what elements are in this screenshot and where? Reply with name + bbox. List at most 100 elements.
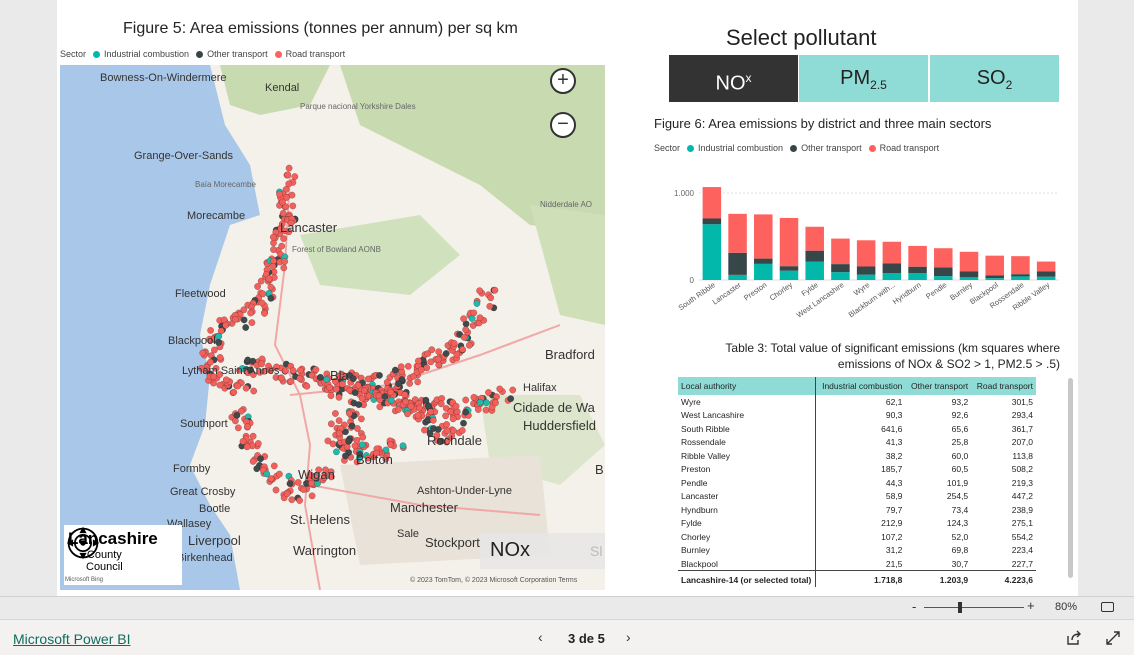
bar-segment-other-transport[interactable] (831, 264, 850, 273)
bar-segment-road-transport[interactable] (934, 248, 953, 268)
bar-segment-road-transport[interactable] (831, 238, 850, 265)
bar-segment-road-transport[interactable] (856, 240, 876, 267)
bar-segment-other-transport[interactable] (779, 266, 799, 271)
share-icon[interactable] (1066, 630, 1082, 646)
bar-segment-other-transport[interactable] (856, 266, 876, 275)
bar-segment-industrial-combustion[interactable] (728, 274, 747, 280)
bar-segment-industrial-combustion[interactable] (882, 273, 902, 280)
bar-segment-other-transport[interactable] (985, 275, 1004, 279)
cell-authority: Pendle (678, 476, 816, 490)
emission-cell-marker (401, 391, 409, 399)
emission-cell-marker (404, 362, 412, 370)
emission-cell-marker (427, 358, 435, 366)
bar-segment-industrial-combustion[interactable] (959, 277, 979, 280)
table3-title-line2: emissions of NOx & SO2 > 1, PM2.5 > .5) (837, 357, 1060, 371)
fit-to-page-icon[interactable] (1101, 602, 1114, 612)
zoom-in-button[interactable]: + (550, 68, 576, 94)
bar-segment-road-transport[interactable] (702, 187, 722, 219)
emission-cell-marker (383, 378, 391, 386)
bar-segment-industrial-combustion[interactable] (805, 261, 824, 280)
table-row[interactable]: Fylde 212,9 124,3 275,1 (678, 516, 1036, 530)
bar-segment-other-transport[interactable] (882, 263, 902, 274)
bar-segment-road-transport[interactable] (1011, 256, 1030, 275)
table-row[interactable]: West Lancashire 90,3 92,6 293,4 (678, 408, 1036, 422)
zoom-slider-track[interactable] (924, 607, 1024, 608)
bar-segment-industrial-combustion[interactable] (779, 270, 799, 280)
table-row[interactable]: Burnley 31,2 69,8 223,4 (678, 543, 1036, 557)
legend-industrial[interactable]: Industrial combustion (104, 49, 189, 59)
zoom-slider-thumb[interactable] (958, 602, 962, 613)
bar-segment-road-transport[interactable] (882, 241, 902, 264)
table-row[interactable]: Lancaster 58,9 254,5 447,2 (678, 489, 1036, 503)
bar-segment-road-transport[interactable] (959, 251, 979, 272)
bar-segment-road-transport[interactable] (908, 245, 927, 267)
table-row[interactable]: South Ribble 641,6 65,6 361,7 (678, 422, 1036, 436)
emission-cell-marker (331, 410, 339, 417)
col-header-industrial[interactable]: Industrial combustion (815, 377, 905, 395)
figure6-bar-chart[interactable]: 1.000 0South RibbleLancaster Preston Chorle… (654, 170, 1064, 330)
pollutant-button-nox[interactable]: NOx (669, 55, 798, 102)
emission-cell-marker (270, 239, 277, 247)
bar-segment-other-transport[interactable] (1011, 274, 1030, 277)
bar-segment-other-transport[interactable] (728, 252, 747, 275)
table-row[interactable]: Rossendale 41,3 25,8 207,0 (678, 435, 1036, 449)
logo-sub-2: Council (86, 561, 123, 573)
bar-segment-other-transport[interactable] (959, 271, 979, 278)
bar-segment-industrial-combustion[interactable] (702, 224, 722, 280)
cell-other: 60,0 (951, 450, 969, 461)
bar-segment-industrial-combustion[interactable] (908, 273, 927, 280)
cell-road: 554,2 (1011, 531, 1033, 542)
bar-segment-road-transport[interactable] (728, 213, 747, 253)
table-row[interactable]: Wyre 62,1 93,2 301,5 (678, 395, 1036, 409)
bar-segment-industrial-combustion[interactable] (831, 272, 850, 280)
powerbi-link[interactable]: Microsoft Power BI (13, 631, 130, 647)
table-row[interactable]: Pendle 44,3 101,9 219,3 (678, 476, 1036, 490)
bar-segment-industrial-combustion[interactable] (1036, 276, 1056, 280)
bar-segment-other-transport[interactable] (1036, 271, 1056, 277)
bar-segment-road-transport[interactable] (805, 226, 824, 251)
bar-segment-road-transport[interactable] (985, 255, 1004, 276)
emission-cell-marker (357, 415, 365, 423)
table-row[interactable]: Chorley 107,2 52,0 554,2 (678, 530, 1036, 544)
table-row[interactable]: Ribble Valley 38,2 60,0 113,8 (678, 449, 1036, 463)
legend-other[interactable]: Other transport (801, 143, 862, 153)
zoom-minus-button[interactable]: - (912, 599, 916, 614)
prev-page-button[interactable]: ‹ (538, 629, 543, 645)
table-row[interactable]: Hyndburn 79,7 73,4 238,9 (678, 503, 1036, 517)
emission-cell-marker (381, 393, 389, 401)
map-attribution[interactable]: © 2023 TomTom, © 2023 Microsoft Corporat… (410, 577, 577, 584)
col-header-road[interactable]: Road transport (971, 377, 1036, 395)
lancashire-logo: Lancashire County Council (64, 525, 182, 585)
table-row[interactable]: Blackpool 21,5 30,7 227,7 (678, 557, 1036, 571)
legend-road[interactable]: Road transport (880, 143, 940, 153)
emissions-map[interactable]: + − Bowness-On-Windermere Kendal Parque … (60, 65, 605, 590)
pollutant-button-pm25[interactable]: PM2.5 (799, 55, 928, 102)
next-page-button[interactable]: › (626, 629, 631, 645)
bar-segment-road-transport[interactable] (1036, 261, 1056, 272)
bar-segment-other-transport[interactable] (754, 258, 773, 264)
zoom-out-button[interactable]: − (550, 112, 576, 138)
table3[interactable]: Local authority Industrial combustion Ot… (678, 377, 1036, 593)
legend-industrial[interactable]: Industrial combustion (698, 143, 783, 153)
fullscreen-icon[interactable] (1105, 630, 1121, 646)
bar-segment-other-transport[interactable] (805, 250, 824, 262)
bar-segment-industrial-combustion[interactable] (754, 263, 773, 280)
table-scrollbar[interactable] (1068, 378, 1073, 578)
col-header-authority[interactable]: Local authority (678, 377, 816, 395)
zoom-plus-button[interactable]: + (1027, 598, 1035, 613)
table-row[interactable]: Preston 185,7 60,5 508,2 (678, 462, 1036, 476)
pollutant-button-so2[interactable]: SO2 (930, 55, 1059, 102)
bar-segment-road-transport[interactable] (779, 217, 799, 267)
bar-segment-industrial-combustion[interactable] (934, 276, 953, 280)
cell-authority: Ribble Valley (678, 449, 816, 463)
legend-road[interactable]: Road transport (286, 49, 346, 59)
bar-segment-industrial-combustion[interactable] (856, 274, 876, 280)
bar-segment-industrial-combustion[interactable] (1011, 276, 1030, 280)
bar-segment-road-transport[interactable] (754, 214, 773, 259)
legend-other[interactable]: Other transport (207, 49, 268, 59)
bar-segment-other-transport[interactable] (702, 218, 722, 225)
col-header-other[interactable]: Other transport (905, 377, 971, 395)
bar-segment-industrial-combustion[interactable] (985, 278, 1004, 280)
bar-segment-other-transport[interactable] (934, 267, 953, 277)
bar-segment-other-transport[interactable] (908, 266, 927, 274)
